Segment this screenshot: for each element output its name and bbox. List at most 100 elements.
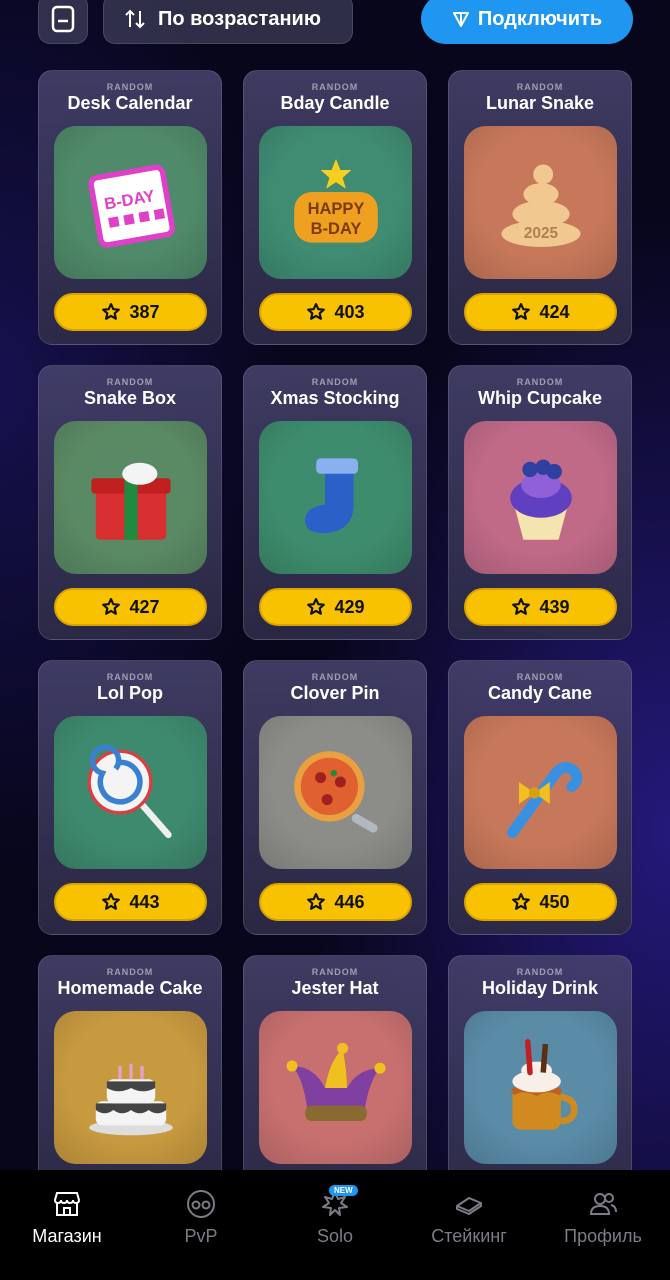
price-button[interactable]: 429 — [259, 588, 412, 626]
price-button[interactable]: 427 — [54, 588, 207, 626]
sort-button[interactable]: По возрастанию — [103, 0, 353, 44]
stocking-icon — [304, 457, 358, 533]
gift-image[interactable]: B-DAY — [54, 126, 207, 279]
price-value: 387 — [129, 301, 160, 322]
price-button[interactable]: 439 — [464, 588, 617, 626]
price-value: 427 — [129, 596, 160, 617]
nav-item-profile[interactable]: Профиль — [536, 1170, 670, 1280]
nav-label: Стейкинг — [431, 1226, 507, 1246]
nav-item-pvp[interactable]: PvP — [134, 1170, 268, 1280]
sort-arrows-icon — [125, 9, 145, 29]
gift-image[interactable]: 2025 — [464, 126, 617, 279]
nav-label: PvP — [184, 1226, 218, 1246]
star-icon — [512, 893, 531, 910]
gift-grid: RANDOM Desk Calendar B-DAY 387 RANDOM Bd… — [38, 70, 632, 1230]
new-badge: NEW — [329, 1185, 358, 1196]
gift-image[interactable] — [464, 1011, 617, 1164]
star-icon — [512, 598, 531, 615]
price-value: 450 — [539, 891, 570, 912]
gift-image[interactable] — [259, 1011, 412, 1164]
gift-card[interactable]: RANDOM Whip Cupcake 439 — [448, 365, 632, 640]
nav-label: Профиль — [564, 1226, 642, 1246]
gift-image[interactable]: HAPPY B-DAY — [259, 126, 412, 279]
card-tag: RANDOM — [311, 377, 359, 387]
card-title: Whip Cupcake — [477, 388, 602, 408]
profile-icon — [589, 1193, 617, 1215]
gift-card[interactable]: RANDOM Candy Cane 450 — [448, 660, 632, 935]
gift-card[interactable]: RANDOM Xmas Stocking 429 — [243, 365, 427, 640]
gift-image[interactable] — [464, 421, 617, 574]
star-icon — [512, 303, 531, 320]
nav-label: Магазин — [32, 1226, 102, 1246]
card-title: Clover Pin — [290, 683, 380, 703]
gift-card[interactable]: RANDOM Clover Pin 446 — [243, 660, 427, 935]
store-icon — [53, 1192, 81, 1216]
gift-card[interactable]: RANDOM Snake Box 427 — [38, 365, 222, 640]
gift-image[interactable] — [259, 716, 412, 869]
price-button[interactable]: 450 — [464, 883, 617, 921]
nav-item-staking[interactable]: Стейкинг — [402, 1170, 536, 1280]
candy-cane-icon — [506, 761, 582, 838]
svg-text:HAPPY: HAPPY — [307, 200, 364, 218]
price-value: 443 — [129, 891, 160, 912]
catalog-button[interactable] — [38, 0, 88, 44]
gift-card[interactable]: RANDOM Lol Pop 443 — [38, 660, 222, 935]
gift-box-icon — [90, 462, 171, 540]
nav-label: Solo — [316, 1226, 354, 1246]
bottom-nav: Магазин PvP NEW Solo Стейкинг Профиль — [0, 1170, 670, 1280]
cake-icon — [88, 1063, 173, 1135]
card-tag: RANDOM — [516, 82, 564, 92]
card-title: Bday Candle — [280, 93, 390, 113]
lollipop-icon — [87, 743, 172, 838]
star-icon — [102, 303, 121, 320]
price-button[interactable]: 424 — [464, 293, 617, 331]
gift-image[interactable] — [54, 1011, 207, 1164]
card-tag: RANDOM — [106, 672, 154, 682]
candle-icon: HAPPYB-DAY — [293, 158, 378, 243]
card-title: Jester Hat — [291, 978, 379, 998]
gift-image[interactable] — [464, 716, 617, 869]
card-title: Desk Calendar — [67, 93, 193, 113]
card-tag: RANDOM — [516, 377, 564, 387]
jester-hat-icon — [286, 1042, 385, 1121]
card-tag: RANDOM — [311, 967, 359, 977]
price-value: 439 — [539, 596, 570, 617]
star-icon — [102, 893, 121, 910]
connect-label: Подключить — [477, 7, 603, 30]
gift-image[interactable] — [259, 421, 412, 574]
star-icon — [102, 598, 121, 615]
card-tag: RANDOM — [106, 82, 154, 92]
card-tag: RANDOM — [106, 967, 154, 977]
top-bar: По возрастанию Подключить — [0, 0, 670, 50]
star-icon — [307, 598, 326, 615]
card-title: Xmas Stocking — [270, 388, 400, 408]
sort-label: По возрастанию — [158, 7, 321, 30]
card-title: Homemade Cake — [57, 978, 203, 998]
nav-item-solo[interactable]: NEW Solo — [268, 1170, 402, 1280]
price-button[interactable]: 387 — [54, 293, 207, 331]
card-title: Holiday Drink — [481, 978, 599, 998]
card-title: Candy Cane — [487, 683, 593, 703]
gift-card[interactable]: RANDOM Lunar Snake 2025 424 — [448, 70, 632, 345]
gift-card[interactable]: RANDOM Desk Calendar B-DAY 387 — [38, 70, 222, 345]
card-tag: RANDOM — [516, 967, 564, 977]
nav-item-store[interactable]: Магазин — [0, 1170, 134, 1280]
svg-text:2025: 2025 — [523, 225, 558, 242]
svg-text:B-DAY: B-DAY — [310, 219, 361, 237]
card-tag: RANDOM — [311, 672, 359, 682]
price-button[interactable]: 443 — [54, 883, 207, 921]
price-button[interactable]: 446 — [259, 883, 412, 921]
card-tag: RANDOM — [106, 377, 154, 387]
price-value: 403 — [334, 301, 365, 322]
card-tag: RANDOM — [311, 82, 359, 92]
gift-image[interactable] — [54, 716, 207, 869]
star-icon — [307, 893, 326, 910]
snake-icon: 2025 — [500, 164, 581, 247]
gift-image[interactable] — [54, 421, 207, 574]
price-button[interactable]: 403 — [259, 293, 412, 331]
gift-card[interactable]: RANDOM Bday Candle HAPPY B-DAY 403 — [243, 70, 427, 345]
ton-diamond-icon — [452, 12, 469, 27]
connect-wallet-button[interactable]: Подключить — [421, 0, 633, 44]
book-icon — [51, 5, 75, 33]
staking-icon — [456, 1197, 482, 1215]
